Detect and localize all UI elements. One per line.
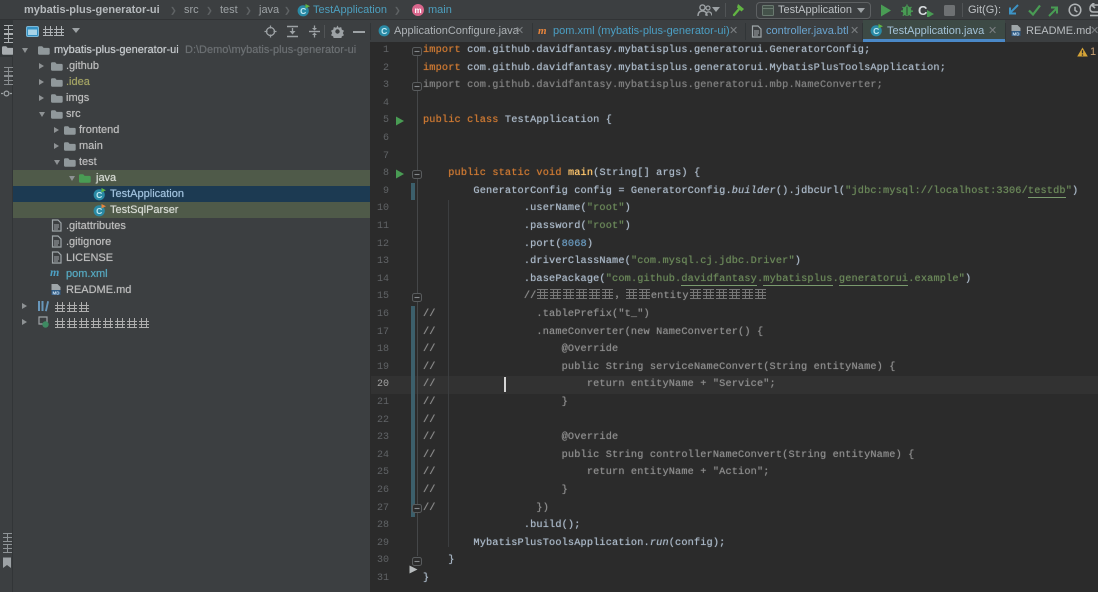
svg-text:C: C (96, 190, 102, 200)
svg-text:MD: MD (1013, 31, 1021, 36)
svg-text:C: C (381, 26, 387, 36)
svg-text:C: C (873, 26, 879, 36)
svg-text:C: C (918, 3, 928, 17)
svg-text:m: m (414, 6, 421, 15)
svg-text:C: C (96, 206, 102, 216)
svg-text:C: C (300, 6, 306, 16)
svg-text:MD: MD (53, 290, 61, 295)
